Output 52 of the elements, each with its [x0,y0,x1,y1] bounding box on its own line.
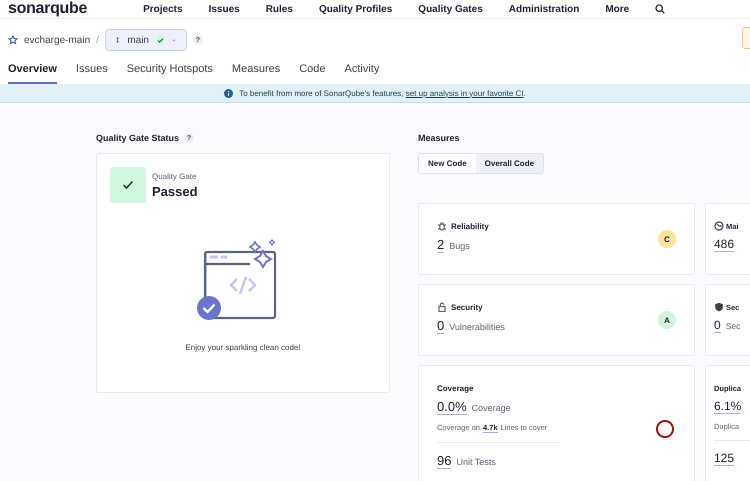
toggle-option[interactable]: Overall Code [476,154,544,173]
logo[interactable]: sonarqube [8,1,88,17]
tab[interactable]: Activity [344,57,380,84]
rating-badge[interactable]: A [658,311,676,329]
gauge-icon [714,221,724,231]
measure-unit: Sec [726,321,740,331]
lock-icon [437,302,447,312]
measure-value[interactable]: 125 [714,451,734,466]
tab[interactable]: Code [299,57,326,84]
tab[interactable]: Measures [232,57,280,84]
section-heading: Quality Gate Status [96,133,180,143]
card-title: Coverage [437,384,474,393]
measure-unit: Coverage [472,403,511,413]
info-icon [224,88,234,98]
shield-icon [714,302,724,312]
measure-value[interactable]: 486 [714,237,734,252]
measure-value[interactable]: 2 [437,237,444,253]
nav-link[interactable]: More [605,4,630,14]
nav-link[interactable]: Administration [508,4,580,14]
measure-value[interactable]: 0 [437,318,444,334]
branch-icon [116,35,120,45]
breadcrumb-separator: / [96,34,99,46]
coverage-donut [654,418,676,440]
banner-text: To benefit from more of SonarQube's features, set up analysis in your favorite CI. [239,88,526,98]
measure-unit: Unit Tests [456,457,496,467]
measure-value[interactable]: 6.1% [714,399,742,414]
gate-status: Passed [152,184,198,199]
toggle-option[interactable]: New Code [419,154,476,173]
star-icon[interactable] [8,35,18,45]
nav-link[interactable]: Issues [208,4,240,14]
project-link[interactable]: evcharge-main [24,34,90,46]
card-title: Reliability [451,222,489,230]
nav-link[interactable]: Rules [266,4,293,14]
success-message: Enjoy your sparkling clean code! [185,343,301,352]
branch-selector[interactable]: main [104,29,187,51]
measure-value[interactable]: 0.0% [437,399,467,415]
measure-value[interactable]: 96 [437,453,452,469]
tab[interactable]: Issues [76,57,108,84]
measure-unit: Vulnerabilities [449,322,505,332]
measure-unit: Bugs [449,241,470,251]
search-icon[interactable] [655,4,666,14]
setup-link[interactable]: set up analysis in your favorite CI [406,88,524,98]
section-heading: Measures [418,133,460,143]
card-title: Security [451,302,483,312]
gate-label: Quality Gate [152,172,198,181]
nav-link[interactable]: Quality Gates [418,4,483,14]
measure-value[interactable]: 0 [714,318,721,333]
nav-link[interactable]: Quality Profiles [318,4,392,14]
bug-icon [437,221,447,231]
tab[interactable]: Security Hotspots [126,57,213,84]
nav-link[interactable]: Projects [143,4,183,14]
rating-badge[interactable]: C [658,230,676,248]
